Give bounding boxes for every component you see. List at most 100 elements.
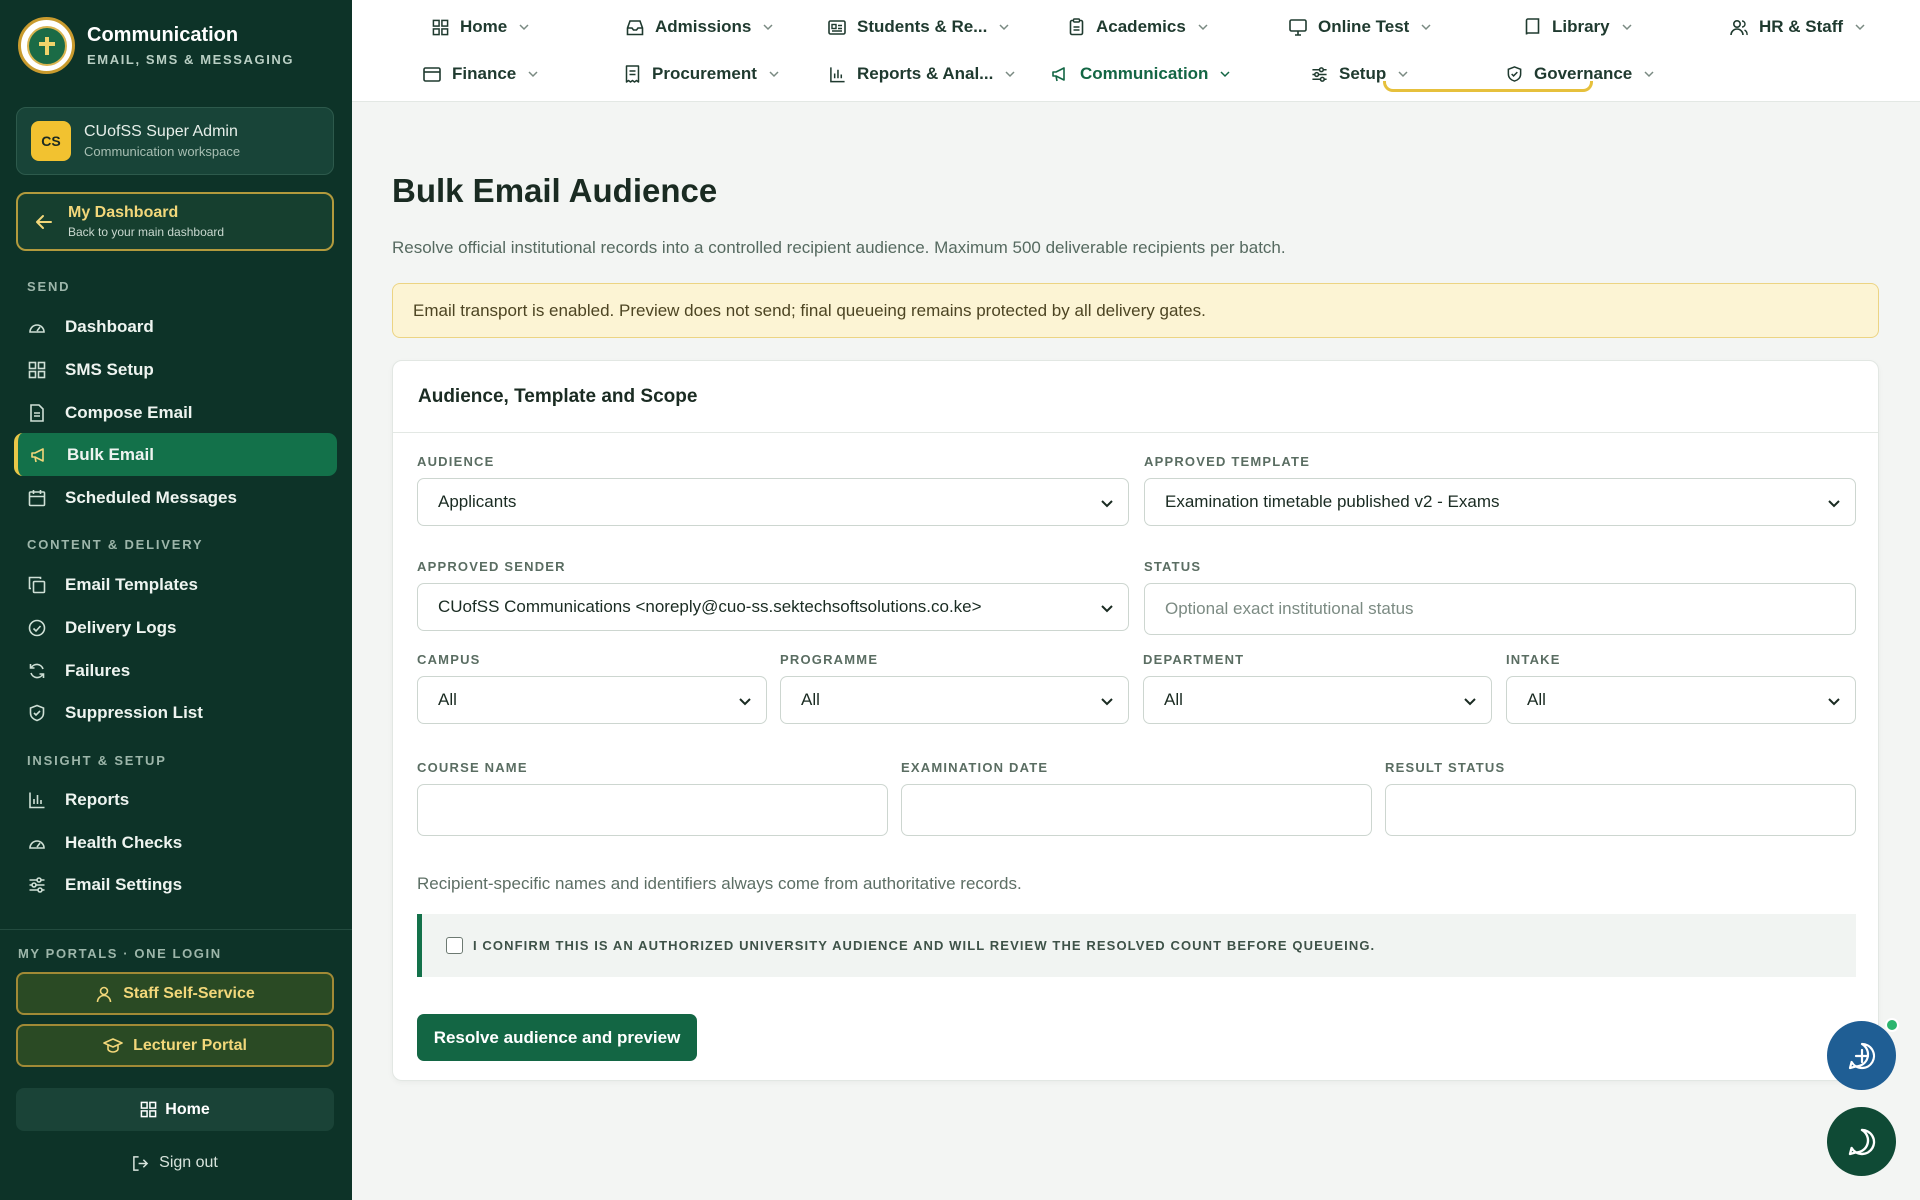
intake-select[interactable]: All bbox=[1506, 676, 1856, 724]
sidebar-item-dashboard[interactable]: Dashboard bbox=[14, 305, 337, 348]
chevron-down-icon bbox=[1101, 500, 1113, 508]
sidebar-item-scheduled-messages[interactable]: Scheduled Messages bbox=[14, 476, 337, 519]
avatar: CS bbox=[31, 121, 71, 161]
sidebar-item-reports[interactable]: Reports bbox=[14, 778, 337, 821]
department-select[interactable]: All bbox=[1143, 676, 1492, 724]
confirm-checkbox[interactable] bbox=[446, 937, 463, 954]
topnav-reports-analytics[interactable]: Reports & Anal... bbox=[827, 59, 1015, 89]
topnav-label: Home bbox=[460, 17, 508, 36]
topnav-setup[interactable]: Setup bbox=[1309, 59, 1408, 89]
sidebar-item-compose-email[interactable]: Compose Email bbox=[14, 391, 337, 434]
status-label: STATUS bbox=[1144, 559, 1202, 574]
chevron-down-icon bbox=[739, 698, 751, 706]
sidebar-item-label: Delivery Logs bbox=[65, 617, 177, 637]
chevron-down-icon bbox=[763, 22, 773, 32]
sidebar-item-delivery-logs[interactable]: Delivery Logs bbox=[14, 606, 337, 649]
user-card: CS CUofSS Super Admin Communication work… bbox=[16, 107, 334, 175]
course-name-label: COURSE NAME bbox=[417, 760, 528, 775]
topnav-label: Governance bbox=[1534, 64, 1633, 83]
sidebar-item-bulk-email[interactable]: Bulk Email bbox=[14, 433, 337, 476]
graduation-cap-icon bbox=[103, 1037, 123, 1053]
topnav-home[interactable]: Home bbox=[430, 12, 529, 42]
sidebar-item-health-checks[interactable]: Health Checks bbox=[14, 821, 337, 864]
sidebar-item-sms-setup[interactable]: SMS Setup bbox=[14, 348, 337, 391]
programme-select[interactable]: All bbox=[780, 676, 1129, 724]
sidebar-item-suppression-list[interactable]: Suppression List bbox=[14, 691, 337, 734]
bar-chart-icon bbox=[827, 64, 847, 84]
copy-icon bbox=[27, 575, 47, 595]
topnav-procurement[interactable]: Procurement bbox=[622, 59, 779, 89]
topnav-finance[interactable]: Finance bbox=[422, 59, 538, 89]
sender-select[interactable]: CUofSS Communications <noreply@cuo-ss.se… bbox=[417, 583, 1129, 631]
ai-assistant-button[interactable] bbox=[1827, 1018, 1899, 1090]
portals-label: MY PORTALS · ONE LOGIN bbox=[18, 946, 222, 961]
status-input[interactable]: Optional exact institutional status bbox=[1144, 583, 1856, 635]
topnav-online-test[interactable]: Online Test bbox=[1288, 12, 1431, 42]
megaphone-icon bbox=[1050, 64, 1070, 84]
template-label: APPROVED TEMPLATE bbox=[1144, 454, 1311, 469]
sender-label: APPROVED SENDER bbox=[417, 559, 566, 574]
user-name: CUofSS Super Admin bbox=[84, 123, 238, 140]
confirm-label: I CONFIRM THIS IS AN AUTHORIZED UNIVERSI… bbox=[473, 938, 1376, 953]
topnav-governance[interactable]: Governance bbox=[1504, 59, 1654, 89]
campus-select[interactable]: All bbox=[417, 676, 767, 724]
document-icon bbox=[27, 403, 47, 423]
topnav-admissions[interactable]: Admissions bbox=[625, 12, 773, 42]
chevron-down-icon bbox=[1421, 22, 1431, 32]
template-select[interactable]: Examination timetable published v2 - Exa… bbox=[1144, 478, 1856, 526]
resolve-preview-button[interactable]: Resolve audience and preview bbox=[417, 1014, 697, 1061]
gauge-icon bbox=[27, 833, 47, 853]
audience-select[interactable]: Applicants bbox=[417, 478, 1129, 526]
chevron-down-icon bbox=[999, 22, 1009, 32]
campus-label: CAMPUS bbox=[417, 652, 481, 667]
clipboard-icon bbox=[1066, 17, 1086, 37]
exam-date-label: EXAMINATION DATE bbox=[901, 760, 1049, 775]
sidebar-item-email-settings[interactable]: Email Settings bbox=[14, 863, 337, 906]
topnav-label: Finance bbox=[452, 64, 517, 83]
topnav-label: Reports & Anal... bbox=[857, 64, 994, 83]
my-dashboard-link[interactable]: My Dashboard Back to your main dashboard bbox=[16, 192, 334, 251]
nav-section-content-delivery: CONTENT & DELIVERY bbox=[27, 537, 204, 552]
sign-out-button[interactable]: Sign out bbox=[16, 1143, 334, 1183]
topnav-hr-staff[interactable]: HR & Staff bbox=[1729, 12, 1865, 42]
chat-button[interactable] bbox=[1827, 1107, 1896, 1176]
staff-self-service-button[interactable]: Staff Self-Service bbox=[16, 972, 334, 1015]
nav-section-insight-setup: INSIGHT & SETUP bbox=[27, 753, 167, 768]
app-subtitle: EMAIL, SMS & MESSAGING bbox=[87, 52, 295, 67]
select-value: All bbox=[1164, 690, 1183, 709]
dashboard-link-title: My Dashboard bbox=[68, 204, 179, 221]
exam-date-input[interactable] bbox=[901, 784, 1372, 836]
course-name-input[interactable] bbox=[417, 784, 888, 836]
audience-label: AUDIENCE bbox=[417, 454, 495, 469]
calendar-icon bbox=[27, 488, 47, 508]
topnav-communication[interactable]: Communication bbox=[1050, 59, 1230, 89]
sidebar-item-failures[interactable]: Failures bbox=[14, 649, 337, 692]
select-value: Examination timetable published v2 - Exa… bbox=[1165, 492, 1500, 511]
check-circle-icon bbox=[27, 618, 47, 638]
topnav-label: Online Test bbox=[1318, 17, 1410, 36]
sidebar: Communication EMAIL, SMS & MESSAGING CS … bbox=[0, 0, 352, 1200]
intake-label: INTAKE bbox=[1506, 652, 1561, 667]
topnav-library[interactable]: Library bbox=[1522, 12, 1632, 42]
lecturer-portal-button[interactable]: Lecturer Portal bbox=[16, 1024, 334, 1067]
topnav-academics[interactable]: Academics bbox=[1066, 12, 1208, 42]
topnav-label: Setup bbox=[1339, 64, 1387, 83]
card-title: Audience, Template and Scope bbox=[393, 361, 1878, 433]
select-value: CUofSS Communications <noreply@cuo-ss.se… bbox=[438, 597, 982, 616]
home-label: Home bbox=[165, 1100, 210, 1118]
topnav-label: Communication bbox=[1080, 64, 1209, 83]
sidebar-item-label: Email Settings bbox=[65, 874, 183, 894]
result-status-input[interactable] bbox=[1385, 784, 1856, 836]
select-value: Applicants bbox=[438, 492, 517, 511]
sidebar-item-email-templates[interactable]: Email Templates bbox=[14, 563, 337, 606]
confirmation-box: I CONFIRM THIS IS AN AUTHORIZED UNIVERSI… bbox=[417, 914, 1856, 977]
top-navigation: Home Admissions Students & Re... Academi… bbox=[352, 0, 1920, 102]
chevron-down-icon bbox=[1855, 22, 1865, 32]
sidebar-home-button[interactable]: Home bbox=[16, 1088, 334, 1131]
topnav-label: Library bbox=[1552, 17, 1610, 36]
shield-check-icon bbox=[1504, 64, 1524, 84]
bar-chart-icon bbox=[27, 790, 47, 810]
topnav-students-records[interactable]: Students & Re... bbox=[827, 12, 1009, 42]
chevron-down-icon bbox=[1828, 698, 1840, 706]
online-indicator bbox=[1885, 1018, 1899, 1032]
